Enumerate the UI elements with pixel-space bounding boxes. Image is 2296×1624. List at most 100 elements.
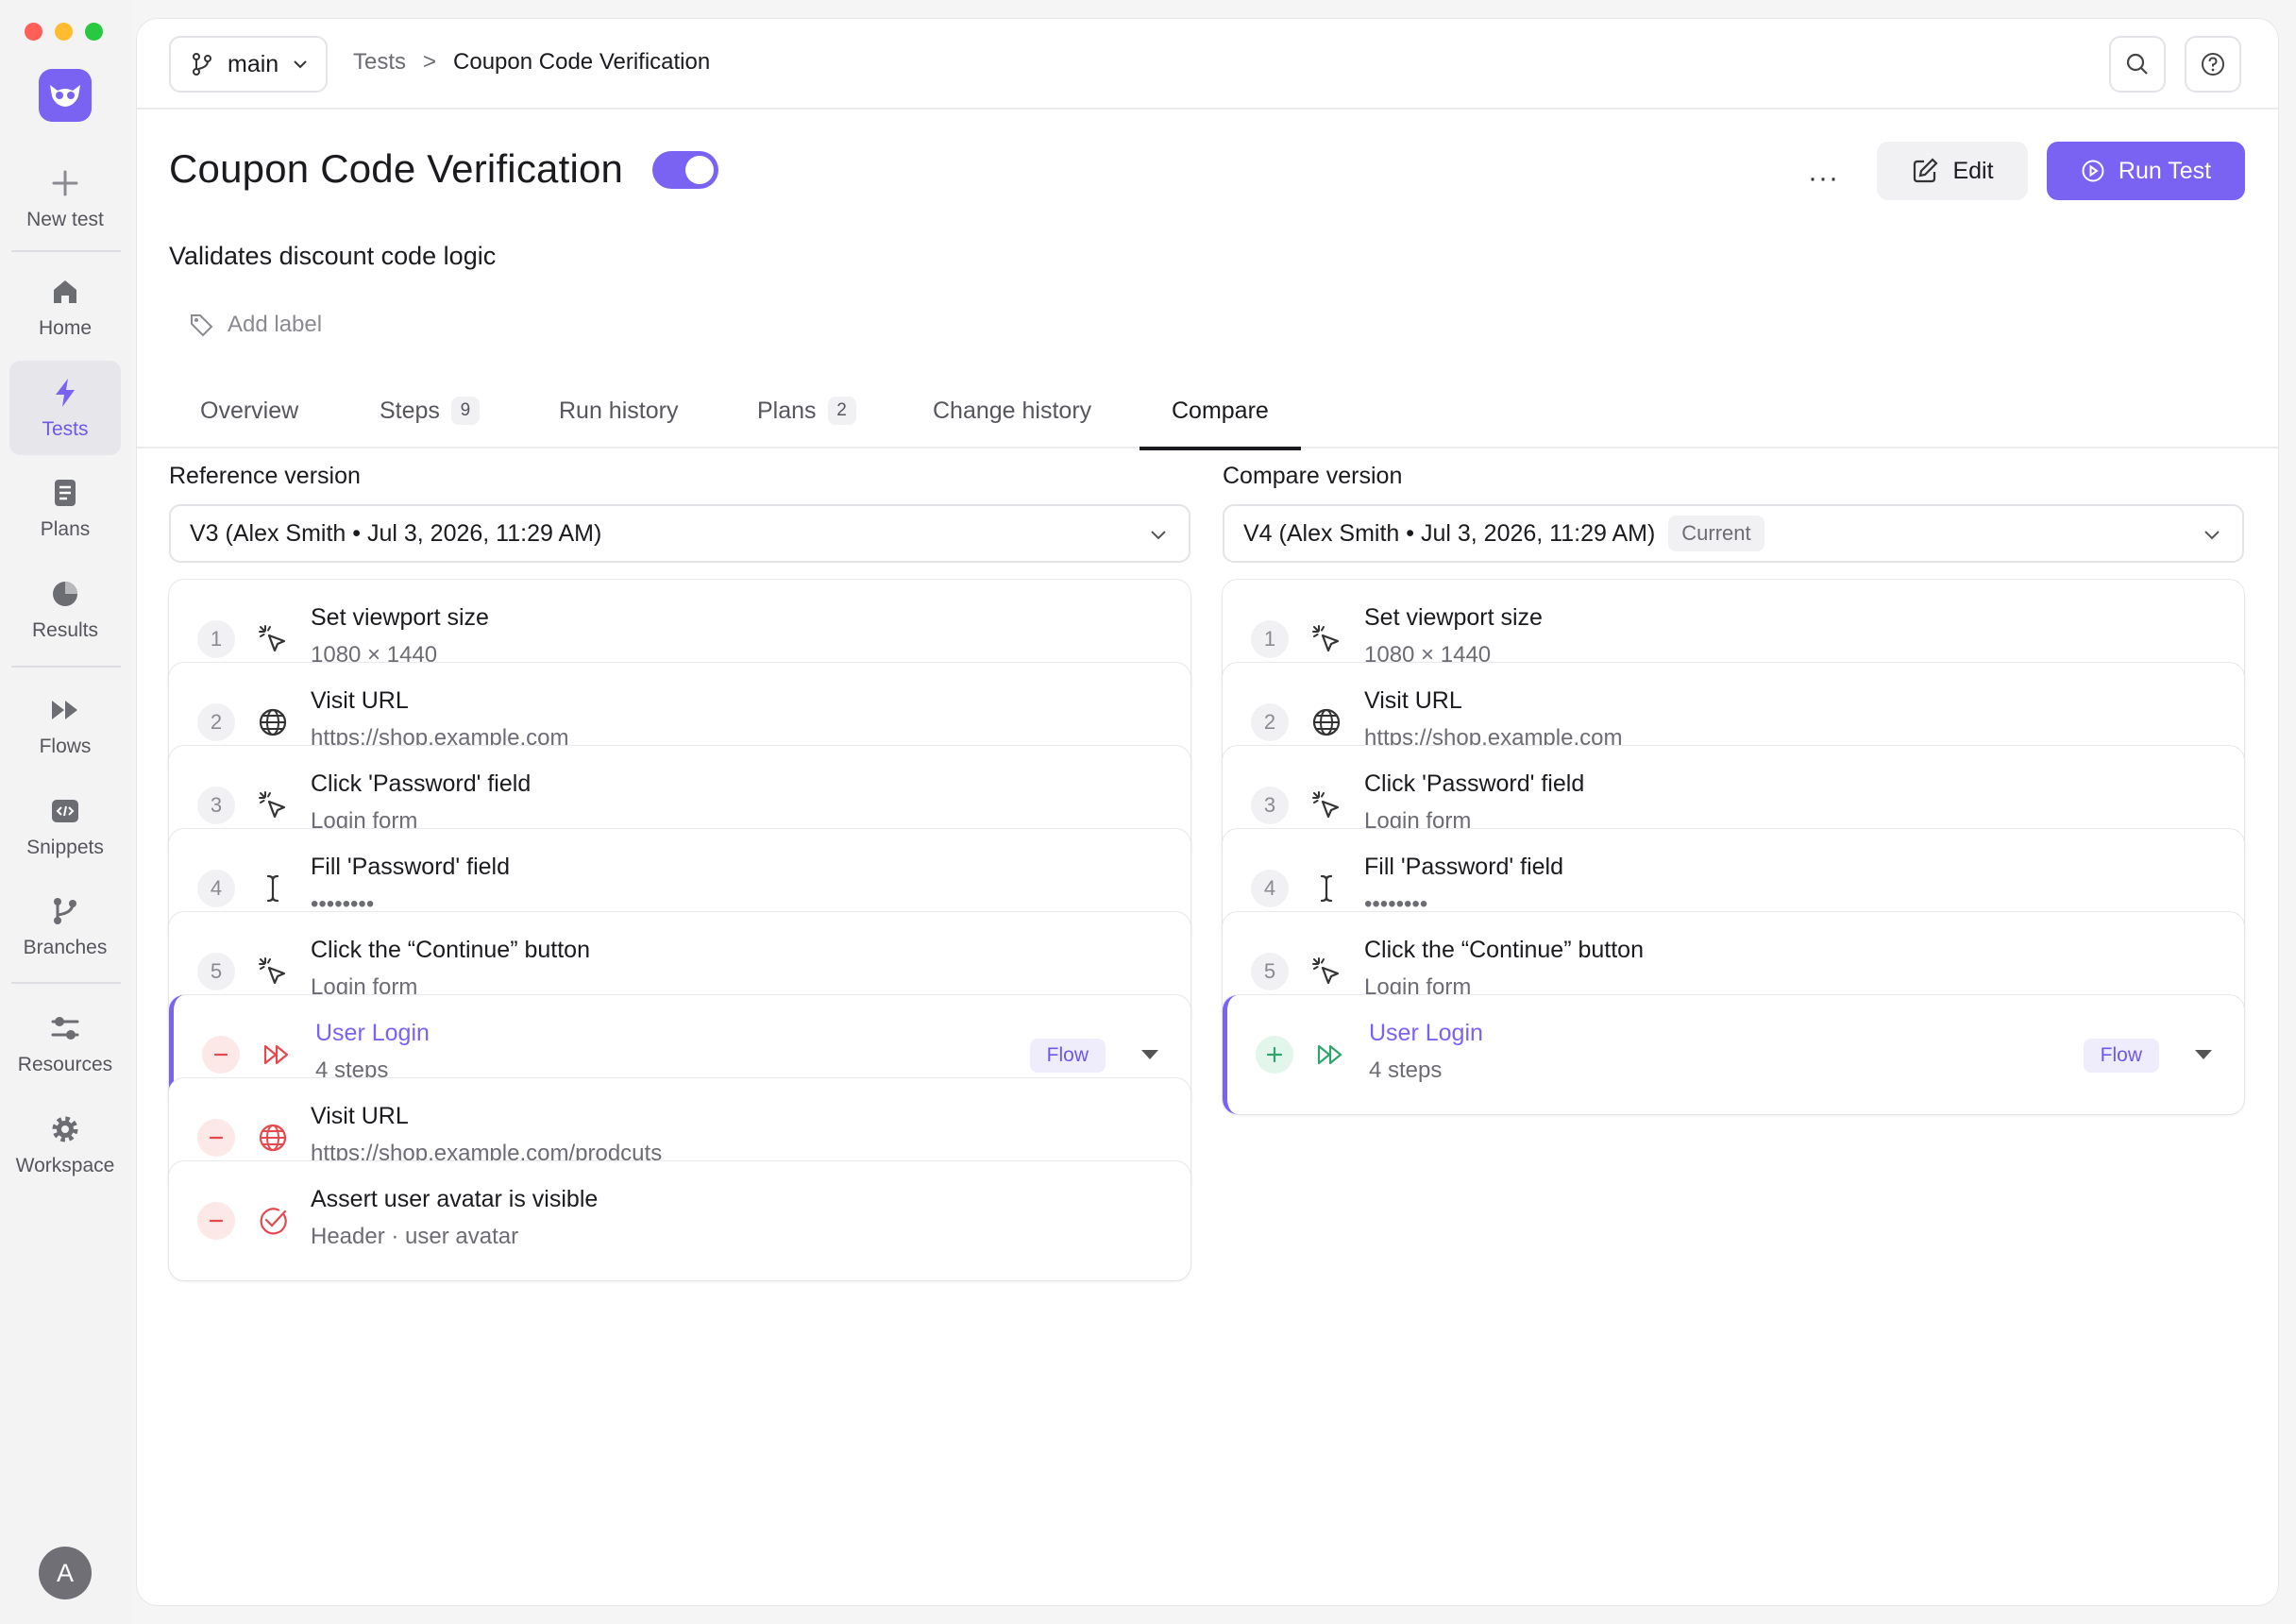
run-test-label: Run Test [2118, 157, 2212, 184]
step-title: Click 'Password' field [311, 770, 532, 797]
step-title: Visit URL [311, 687, 409, 714]
step-number: 3 [197, 787, 235, 824]
sidebar-item-workspace[interactable]: Workspace [9, 1097, 121, 1192]
tab-label: Compare [1172, 397, 1269, 424]
added-step-marker [1256, 1036, 1293, 1074]
sidebar-item-snippets[interactable]: Snippets [9, 779, 121, 873]
sidebar-item-branches[interactable]: Branches [9, 879, 121, 973]
search-button[interactable] [2109, 36, 2166, 93]
add-label-button[interactable]: Add label [188, 312, 322, 338]
edit-button[interactable]: Edit [1877, 142, 2028, 200]
chevron-down-icon [2204, 531, 2220, 540]
tab-bar: Overview Steps 9 Run history Plans 2 Chang… [137, 373, 2278, 450]
branch-icon [193, 53, 211, 76]
new-test-button[interactable]: New test [9, 151, 121, 245]
expand-caret-icon[interactable] [1141, 1050, 1158, 1059]
chevron-down-icon [1151, 531, 1166, 540]
zoom-window-button[interactable] [85, 23, 103, 41]
compare-heading: Compare version [1223, 463, 1403, 489]
text-cursor-icon [1309, 871, 1343, 905]
step-title: Visit URL [311, 1103, 409, 1129]
removed-step-marker [202, 1036, 240, 1074]
more-options-button[interactable]: ··· [1808, 162, 1839, 195]
page-title: Coupon Code Verification [169, 146, 624, 191]
pointer-click-icon [1309, 955, 1343, 989]
reference-heading: Reference version [169, 463, 361, 489]
sidebar-item-results[interactable]: Results [9, 562, 121, 656]
step-subtitle: Header · user avatar [311, 1224, 519, 1249]
step-number: 3 [1251, 787, 1289, 824]
document-icon [55, 479, 76, 506]
minimize-window-button[interactable] [55, 23, 73, 41]
step-title: Assert user avatar is visible [311, 1186, 599, 1212]
fast-forward-icon [52, 700, 77, 719]
current-badge: Current [1668, 516, 1764, 551]
breadcrumb-current: Coupon Code Verification [453, 49, 711, 75]
test-enabled-toggle[interactable] [652, 151, 718, 189]
topbar: main Tests > Coupon Code Verification [137, 19, 2278, 110]
check-circle-icon [256, 1204, 290, 1238]
new-test-label: New test [26, 208, 104, 230]
bolt-icon [56, 378, 75, 407]
step-title: Set viewport size [1364, 604, 1543, 631]
tab-run-history[interactable]: Run history [559, 373, 678, 448]
sidebar-item-flows[interactable]: Flows [9, 678, 121, 772]
pointer-click-icon [1309, 788, 1343, 822]
step-title: Set viewport size [311, 604, 489, 631]
run-test-button[interactable]: Run Test [2047, 142, 2245, 200]
avatar[interactable]: A [39, 1547, 92, 1599]
help-button[interactable] [2185, 36, 2241, 93]
sidebar-item-label: Results [31, 618, 99, 641]
tag-icon [191, 314, 213, 337]
pointer-click-icon [256, 622, 290, 656]
branch-selector[interactable]: main [169, 36, 328, 93]
sliders-icon [51, 1016, 79, 1040]
step-title: User Login [1369, 1020, 1483, 1046]
breadcrumb-tests-link[interactable]: Tests [353, 49, 406, 76]
step-title: Click the “Continue” button [1364, 937, 1644, 963]
app-logo[interactable] [39, 69, 92, 122]
tab-change-history[interactable]: Change history [933, 373, 1091, 448]
sidebar-item-plans[interactable]: Plans [9, 461, 121, 555]
tab-label: Steps [380, 397, 440, 424]
tab-plans[interactable]: Plans 2 [757, 373, 856, 448]
step-title: Fill 'Password' field [311, 854, 510, 880]
compare-version-select[interactable]: V4 (Alex Smith • Jul 3, 2026, 11:29 AM) … [1223, 504, 2244, 563]
add-label-text: Add label [228, 312, 323, 337]
compare-version-value: V4 (Alex Smith • Jul 3, 2026, 11:29 AM) [1243, 519, 1656, 547]
test-description[interactable]: Validates discount code logic [169, 242, 496, 271]
tab-overview[interactable]: Overview [200, 373, 298, 448]
sidebar-item-tests[interactable]: Tests [9, 361, 121, 455]
close-window-button[interactable] [25, 23, 42, 41]
tab-compare[interactable]: Compare [1140, 373, 1301, 450]
expand-caret-icon[interactable] [2195, 1050, 2212, 1059]
owl-logo-icon [50, 85, 80, 107]
pointer-click-icon [256, 955, 290, 989]
step-number: 4 [1251, 870, 1289, 907]
sidebar-item-home[interactable]: Home [9, 260, 121, 354]
help-icon [2202, 53, 2224, 76]
reference-column: Reference version V3 (Alex Smith • Jul 3… [169, 463, 1190, 563]
step-number: 5 [197, 953, 235, 990]
step-number: 2 [1251, 703, 1289, 741]
step-title: Visit URL [1364, 687, 1462, 714]
tab-steps[interactable]: Steps 9 [380, 373, 480, 448]
removed-step-marker [197, 1202, 235, 1240]
window-controls [25, 23, 103, 41]
tab-count-badge: 9 [450, 397, 480, 425]
pointer-click-icon [256, 788, 290, 822]
tab-label: Run history [559, 397, 679, 424]
compare-column: Compare version V4 (Alex Smith • Jul 3, … [1223, 463, 2244, 563]
pointer-click-icon [1309, 622, 1343, 656]
sidebar-item-resources[interactable]: Resources [9, 996, 121, 1091]
reference-version-select[interactable]: V3 (Alex Smith • Jul 3, 2026, 11:29 AM) [169, 504, 1190, 563]
step-title: Click the “Continue” button [311, 937, 590, 963]
step-title: User Login [315, 1020, 430, 1046]
sidebar-item-label: Plans [40, 517, 91, 540]
step-card[interactable]: Assert user avatar is visible Header · us… [169, 1161, 1190, 1280]
tab-label: Change history [933, 397, 1092, 424]
step-subtitle: 4 steps [1369, 1057, 1443, 1083]
removed-step-marker [197, 1119, 235, 1157]
chevron-down-icon [294, 60, 307, 69]
flow-step-card[interactable]: User Login 4 steps Flow [1223, 995, 2244, 1114]
